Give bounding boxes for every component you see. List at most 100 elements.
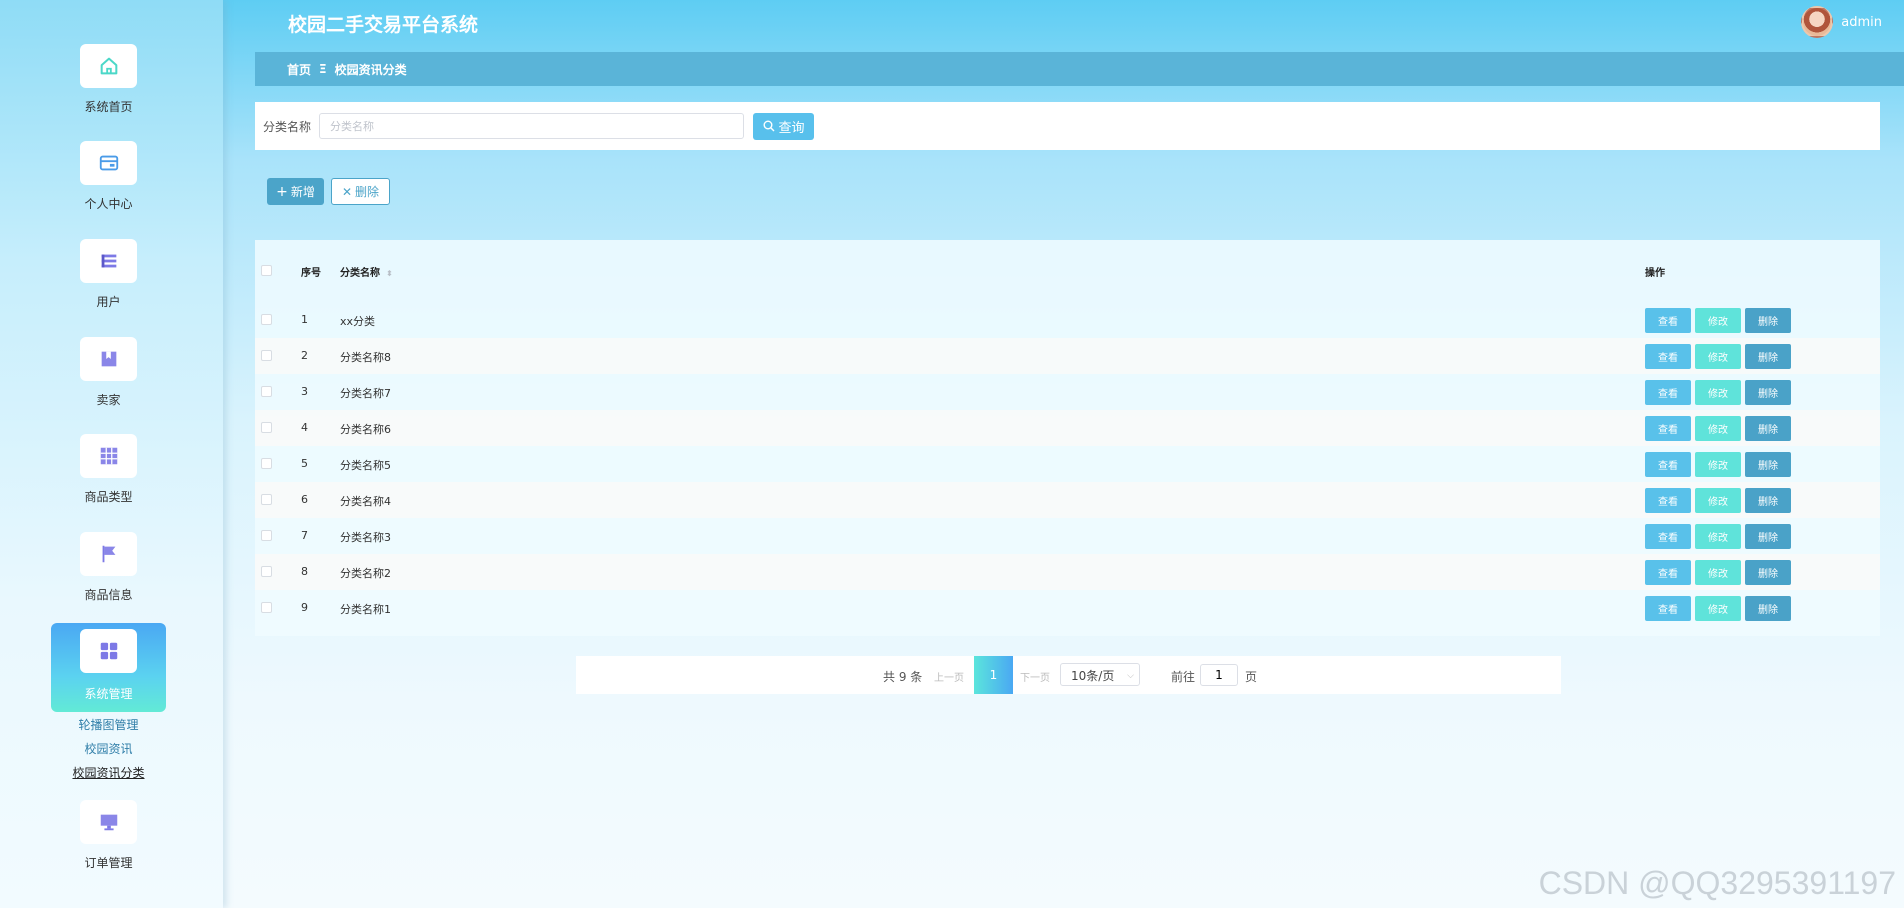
list-icon — [80, 239, 137, 283]
table-row: 6 分类名称4 查看 修改 删除 — [255, 482, 1880, 518]
edit-button[interactable]: 修改 — [1695, 380, 1741, 405]
view-button[interactable]: 查看 — [1645, 344, 1691, 369]
sidebar-item-label: 系统首页 — [84, 100, 133, 114]
view-button[interactable]: 查看 — [1645, 488, 1691, 513]
row-checkbox[interactable] — [261, 386, 272, 397]
user-name: admin — [1841, 14, 1882, 30]
row-index: 2 — [301, 349, 308, 362]
edit-button[interactable]: 修改 — [1695, 488, 1741, 513]
goto-label: 前往 — [1171, 670, 1196, 684]
row-checkbox[interactable] — [261, 494, 272, 505]
add-button[interactable]: + 新增 — [267, 178, 324, 205]
query-button[interactable]: 查询 — [753, 112, 815, 140]
delete-button[interactable]: 删除 — [1745, 308, 1791, 333]
apps-icon — [80, 629, 137, 673]
row-name: 分类名称1 — [340, 603, 391, 616]
row-actions: 查看 修改 删除 — [1645, 488, 1791, 513]
delete-button[interactable]: 删除 — [1745, 560, 1791, 585]
row-checkbox[interactable] — [261, 566, 272, 577]
sidebar-item-sellers[interactable]: 卖家 — [51, 337, 166, 408]
next-page-button[interactable]: 下一页 — [1020, 669, 1050, 684]
page-number-current[interactable]: 1 — [974, 656, 1013, 694]
sidebar-item-orders[interactable]: 订单管理 — [51, 800, 166, 871]
app-title: 校园二手交易平台系统 — [288, 14, 479, 36]
sidebar-item-label: 个人中心 — [84, 197, 133, 211]
breadcrumb-separator: Ξ — [319, 62, 327, 76]
flag-icon — [80, 532, 137, 576]
delete-button[interactable]: 删除 — [1745, 488, 1791, 513]
row-checkbox[interactable] — [261, 530, 272, 541]
header-ops: 操作 — [1645, 268, 1665, 279]
row-checkbox[interactable] — [261, 422, 272, 433]
view-button[interactable]: 查看 — [1645, 524, 1691, 549]
data-table: 序号 分类名称 ⬍ 操作 1 xx分类 查看 修改 删除 2 分类名称8 查看 修改 删除 3 分类名称… — [255, 240, 1880, 636]
user-menu[interactable]: admin — [1801, 6, 1882, 38]
row-name: 分类名称4 — [340, 495, 391, 508]
edit-button[interactable]: 修改 — [1695, 416, 1741, 441]
table-row: 7 分类名称3 查看 修改 删除 — [255, 518, 1880, 554]
sidebar-item-users[interactable]: 用户 — [51, 239, 166, 310]
sort-icon[interactable]: ⬍ — [386, 269, 393, 278]
select-all-checkbox[interactable] — [261, 265, 272, 276]
row-index: 9 — [301, 601, 308, 614]
goto-page-input[interactable] — [1200, 664, 1238, 686]
batch-delete-button[interactable]: ✕ 删除 — [331, 178, 390, 205]
view-button[interactable]: 查看 — [1645, 308, 1691, 333]
breadcrumb-current: 校园资讯分类 — [334, 62, 407, 77]
delete-button[interactable]: 删除 — [1745, 380, 1791, 405]
edit-button[interactable]: 修改 — [1695, 308, 1741, 333]
edit-button[interactable]: 修改 — [1695, 344, 1741, 369]
row-checkbox[interactable] — [261, 314, 272, 325]
delete-button[interactable]: 删除 — [1745, 524, 1791, 549]
breadcrumb: 首页 Ξ 校园资讯分类 — [255, 52, 1904, 86]
row-actions: 查看 修改 删除 — [1645, 380, 1791, 405]
row-actions: 查看 修改 删除 — [1645, 308, 1791, 333]
edit-button[interactable]: 修改 — [1695, 596, 1741, 621]
view-button[interactable]: 查看 — [1645, 596, 1691, 621]
submenu-item-news-category[interactable]: 校园资讯分类 — [50, 761, 167, 785]
delete-button[interactable]: 删除 — [1745, 416, 1791, 441]
query-button-label: 查询 — [778, 120, 805, 136]
row-index: 8 — [301, 565, 308, 578]
avatar[interactable] — [1801, 6, 1834, 38]
sidebar-item-label: 系统管理 — [84, 687, 133, 701]
row-checkbox[interactable] — [261, 602, 272, 613]
submenu-item-banner[interactable]: 轮播图管理 — [50, 713, 167, 737]
page-suffix: 页 — [1245, 670, 1258, 684]
table-row: 9 分类名称1 查看 修改 删除 — [255, 590, 1880, 626]
search-input[interactable] — [319, 113, 745, 139]
header-name[interactable]: 分类名称 ⬍ — [340, 264, 393, 279]
row-actions: 查看 修改 删除 — [1645, 416, 1791, 441]
plus-icon: + — [276, 183, 288, 200]
delete-button[interactable]: 删除 — [1745, 596, 1791, 621]
page-size-select[interactable]: 10条/页 ⌵ — [1060, 663, 1140, 686]
table-row: 3 分类名称7 查看 修改 删除 — [255, 374, 1880, 410]
view-button[interactable]: 查看 — [1645, 380, 1691, 405]
sidebar-item-product-types[interactable]: 商品类型 — [51, 434, 166, 505]
row-checkbox[interactable] — [261, 350, 272, 361]
view-button[interactable]: 查看 — [1645, 416, 1691, 441]
sidebar-item-profile[interactable]: 个人中心 — [51, 141, 166, 212]
row-name: xx分类 — [340, 315, 376, 328]
edit-button[interactable]: 修改 — [1695, 452, 1741, 477]
submenu-item-news[interactable]: 校园资讯 — [50, 737, 167, 761]
home-icon — [80, 44, 137, 88]
prev-page-button[interactable]: 上一页 — [934, 669, 964, 684]
chevron-down-icon: ⌵ — [1127, 671, 1134, 681]
sidebar-item-label: 商品信息 — [84, 588, 133, 602]
view-button[interactable]: 查看 — [1645, 560, 1691, 585]
sidebar-item-home[interactable]: 系统首页 — [51, 44, 166, 115]
edit-button[interactable]: 修改 — [1695, 560, 1741, 585]
sidebar-item-products[interactable]: 商品信息 — [51, 532, 166, 603]
row-actions: 查看 修改 删除 — [1645, 596, 1791, 621]
row-checkbox[interactable] — [261, 458, 272, 469]
delete-button[interactable]: 删除 — [1745, 344, 1791, 369]
breadcrumb-home[interactable]: 首页 — [287, 61, 311, 78]
edit-button[interactable]: 修改 — [1695, 524, 1741, 549]
delete-button[interactable]: 删除 — [1745, 452, 1791, 477]
row-actions: 查看 修改 删除 — [1645, 560, 1791, 585]
row-name: 分类名称5 — [340, 459, 391, 472]
sidebar-item-system[interactable]: 系统管理 — [51, 623, 166, 712]
header-name-label: 分类名称 — [340, 268, 380, 279]
view-button[interactable]: 查看 — [1645, 452, 1691, 477]
